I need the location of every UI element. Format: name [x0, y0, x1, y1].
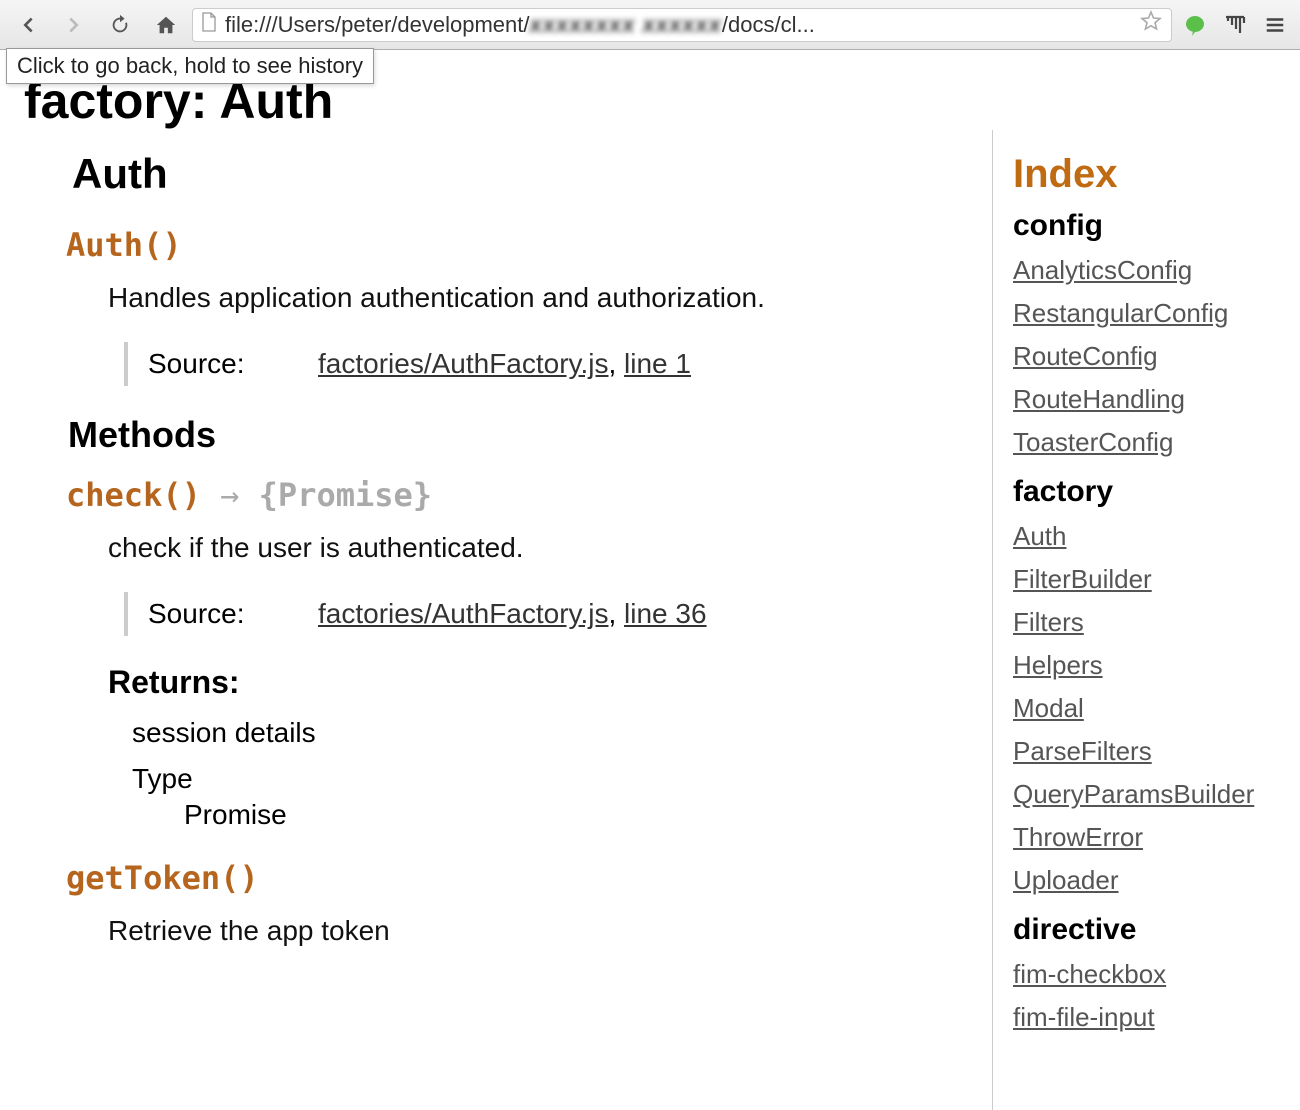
index-link-routehandling[interactable]: RouteHandling — [1013, 378, 1280, 421]
home-button[interactable] — [146, 8, 186, 42]
constructor-source: Source: factories/AuthFactory.js, line 1 — [124, 342, 968, 386]
index-item: Modal — [1013, 687, 1280, 730]
index-link-modal[interactable]: Modal — [1013, 687, 1280, 730]
source-file-link[interactable]: factories/AuthFactory.js — [318, 348, 608, 379]
constructor-description: Handles application authentication and a… — [108, 282, 968, 314]
index-link-parsefilters[interactable]: ParseFilters — [1013, 730, 1280, 773]
index-link-analyticsconfig[interactable]: AnalyticsConfig — [1013, 249, 1280, 292]
forward-button[interactable] — [54, 8, 94, 42]
index-item: fim-file-input — [1013, 996, 1280, 1039]
index-link-uploader[interactable]: Uploader — [1013, 859, 1280, 902]
menu-button[interactable] — [1258, 8, 1292, 42]
index-item: Filters — [1013, 601, 1280, 644]
method-signature: check() → {Promise} — [66, 476, 968, 514]
index-title: Index — [1013, 152, 1280, 197]
index-item: ToasterConfig — [1013, 421, 1280, 464]
arrow-right-icon — [63, 14, 85, 36]
page-icon — [201, 12, 217, 37]
home-icon — [155, 14, 177, 36]
back-button[interactable] — [8, 8, 48, 42]
returns-heading: Returns: — [108, 664, 968, 701]
index-link-throwerror[interactable]: ThrowError — [1013, 816, 1280, 859]
method-description: Retrieve the app token — [108, 915, 968, 947]
index-link-restangularconfig[interactable]: RestangularConfig — [1013, 292, 1280, 335]
index-link-fim-checkbox[interactable]: fim-checkbox — [1013, 953, 1280, 996]
index-category-config: config — [1013, 209, 1280, 243]
index-item: Auth — [1013, 515, 1280, 558]
index-item: fim-checkbox — [1013, 953, 1280, 996]
index-item: RouteHandling — [1013, 378, 1280, 421]
index-item: AnalyticsConfig — [1013, 249, 1280, 292]
index-link-helpers[interactable]: Helpers — [1013, 644, 1280, 687]
class-heading: Auth — [72, 150, 968, 198]
address-bar[interactable]: file:///Users/peter/development/xxxxxxxx… — [192, 8, 1172, 42]
extension-signal-icon[interactable] — [1218, 8, 1252, 42]
method-source: Source: factories/AuthFactory.js, line 3… — [124, 592, 968, 636]
index-item: RouteConfig — [1013, 335, 1280, 378]
extension-green-icon[interactable] — [1178, 8, 1212, 42]
index-item: Uploader — [1013, 859, 1280, 902]
index-item: QueryParamsBuilder — [1013, 773, 1280, 816]
index-item: FilterBuilder — [1013, 558, 1280, 601]
reload-button[interactable] — [100, 8, 140, 42]
index-item: Helpers — [1013, 644, 1280, 687]
index-category-directive: directive — [1013, 913, 1280, 947]
method-signature: getToken() — [66, 859, 968, 897]
source-line-link[interactable]: line 36 — [624, 598, 707, 629]
reload-icon — [109, 14, 131, 36]
index-link-filters[interactable]: Filters — [1013, 601, 1280, 644]
index-link-routeconfig[interactable]: RouteConfig — [1013, 335, 1280, 378]
index-sidebar: Index config AnalyticsConfigRestangularCo… — [992, 130, 1300, 1110]
index-item: ParseFilters — [1013, 730, 1280, 773]
index-link-toasterconfig[interactable]: ToasterConfig — [1013, 421, 1280, 464]
returns-description: session details — [132, 717, 968, 749]
method-description: check if the user is authenticated. — [108, 532, 968, 564]
source-label: Source: — [148, 598, 318, 630]
source-file-link[interactable]: factories/AuthFactory.js — [318, 598, 608, 629]
index-item: ThrowError — [1013, 816, 1280, 859]
url-text: file:///Users/peter/development/xxxxxxxx… — [225, 12, 1131, 38]
index-category-factory: factory — [1013, 475, 1280, 509]
index-link-queryparamsbuilder[interactable]: QueryParamsBuilder — [1013, 773, 1280, 816]
returns-type-label: Type — [132, 763, 968, 795]
returns-type-value: Promise — [184, 799, 968, 831]
browser-toolbar: file:///Users/peter/development/xxxxxxxx… — [0, 0, 1300, 50]
index-item: RestangularConfig — [1013, 292, 1280, 335]
index-link-fim-file-input[interactable]: fim-file-input — [1013, 996, 1280, 1039]
index-link-filterbuilder[interactable]: FilterBuilder — [1013, 558, 1280, 601]
methods-heading: Methods — [68, 414, 968, 456]
main-content: factory: Auth Auth Auth() Handles applic… — [0, 50, 992, 1110]
source-label: Source: — [148, 348, 318, 380]
index-link-auth[interactable]: Auth — [1013, 515, 1280, 558]
constructor-signature: Auth() — [66, 226, 968, 264]
hamburger-icon — [1264, 14, 1286, 36]
arrow-left-icon — [17, 14, 39, 36]
source-line-link[interactable]: line 1 — [624, 348, 691, 379]
back-button-tooltip: Click to go back, hold to see history — [6, 48, 374, 84]
bookmark-star-icon[interactable] — [1139, 9, 1163, 40]
